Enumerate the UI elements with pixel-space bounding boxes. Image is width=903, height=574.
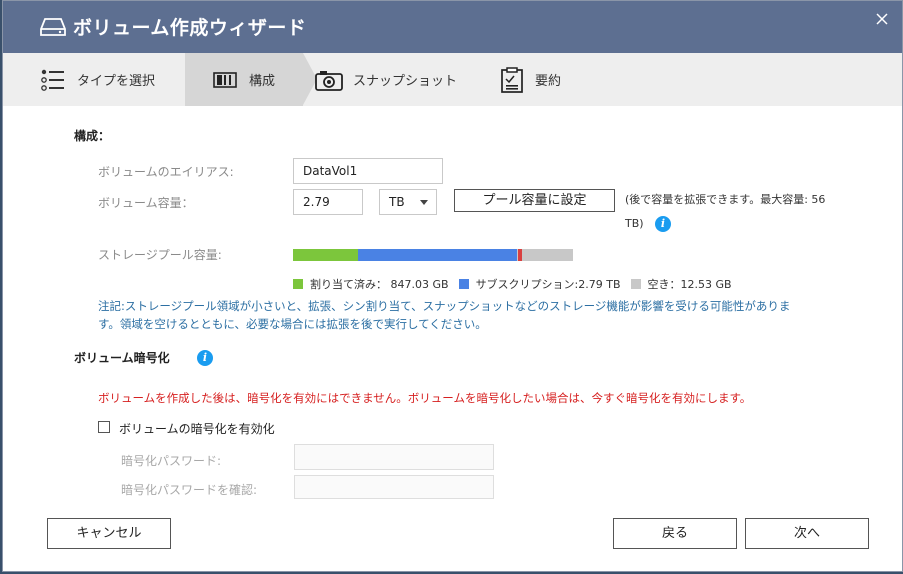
enable-encryption-label[interactable]: ボリュームの暗号化を有効化 <box>119 420 275 437</box>
legend-subscription: サブスクリプション:2.79 TB <box>458 276 621 292</box>
alias-label: ボリュームのエイリアス: <box>98 165 234 179</box>
wizard-steps: タイプを選択 構成 スナップショット 要約 <box>3 53 902 106</box>
encryption-warning: ボリュームを作成した後は、暗号化を有効にはできません。ボリュームを暗号化したい場… <box>98 391 752 405</box>
encryption-section-title: ボリューム暗号化 <box>74 351 170 365</box>
capacity-hint-unit: TB) <box>625 217 644 230</box>
pool-capacity-bar <box>293 249 573 261</box>
legend-swatch <box>458 279 469 289</box>
step-label: タイプを選択 <box>77 74 156 89</box>
alias-input[interactable] <box>293 158 443 184</box>
bar-free <box>516 249 573 261</box>
note-line: す。領域を空けるとともに、必要な場合には拡張を後で実行してください。 <box>98 317 487 331</box>
config-section-title: 構成： <box>74 129 111 143</box>
close-icon[interactable] <box>872 9 892 29</box>
bar-marker <box>518 249 523 261</box>
chevron-down-icon <box>420 200 428 205</box>
enable-encryption-checkbox[interactable] <box>98 421 110 433</box>
password-input[interactable] <box>294 444 494 470</box>
capacity-input[interactable] <box>293 189 363 215</box>
step-label: 構成 <box>249 74 276 89</box>
legend-allocated: 割り当て済み： 847.03 GB <box>293 276 449 292</box>
pool-capacity-label: ストレージプール容量: <box>98 248 222 262</box>
step-select-type: タイプを選択 <box>3 53 185 106</box>
step-label: 要約 <box>535 74 562 89</box>
storage-note: 注記:ストレージプール領域が小さいと、拡張、シン割り当て、スナップショットなどの… <box>98 297 838 333</box>
legend-swatch <box>630 279 641 289</box>
pool-legend: 割り当て済み： 847.03 GB サブスクリプション:2.79 TB 空き：1… <box>293 276 742 292</box>
unit-select-value: TB <box>389 195 405 209</box>
step-configuration: 構成 <box>185 53 303 106</box>
bar-subscription <box>357 249 517 261</box>
capacity-label: ボリューム容量： <box>98 196 194 210</box>
note-line: 注記:ストレージプール領域が小さいと、拡張、シン割り当て、スナップショットなどの… <box>98 299 791 313</box>
cancel-button[interactable]: キャンセル <box>47 518 171 549</box>
bar-allocated <box>293 249 358 261</box>
camera-icon <box>315 70 343 91</box>
list-icon <box>41 69 64 91</box>
title-bar: ボリューム作成ウィザード <box>3 1 902 53</box>
hard-drive-icon <box>40 18 66 36</box>
disk-stack-icon <box>213 71 237 88</box>
password-label: 暗号化パスワード: <box>121 454 222 468</box>
next-button[interactable]: 次へ <box>745 518 869 549</box>
legend-swatch <box>293 279 303 289</box>
info-icon[interactable]: i <box>655 216 671 232</box>
legend-label: 空き：12.53 GB <box>647 278 732 291</box>
volume-wizard-dialog: ボリューム作成ウィザード タイプを選択 構成 スナップショット 要約 構成： ボ… <box>2 0 903 572</box>
clipboard-icon <box>501 66 523 93</box>
unit-select[interactable]: TB <box>379 189 437 215</box>
legend-free: 空き：12.53 GB <box>630 276 732 292</box>
step-snapshot: スナップショット <box>303 53 483 106</box>
step-summary: 要約 <box>483 53 623 106</box>
legend-label: サブスクリプション:2.79 TB <box>475 278 621 291</box>
set-pool-capacity-button[interactable]: プール容量に設定 <box>454 189 615 212</box>
confirm-password-label: 暗号化パスワードを確認: <box>121 483 258 497</box>
info-icon[interactable]: i <box>197 350 213 366</box>
capacity-hint: (後で容量を拡張できます。最大容量: 56 <box>625 193 826 206</box>
back-button[interactable]: 戻る <box>613 518 737 549</box>
legend-label: 割り当て済み： 847.03 GB <box>310 278 449 291</box>
dialog-title: ボリューム作成ウィザード <box>73 17 307 39</box>
step-label: スナップショット <box>353 74 458 89</box>
confirm-password-input[interactable] <box>294 475 494 499</box>
